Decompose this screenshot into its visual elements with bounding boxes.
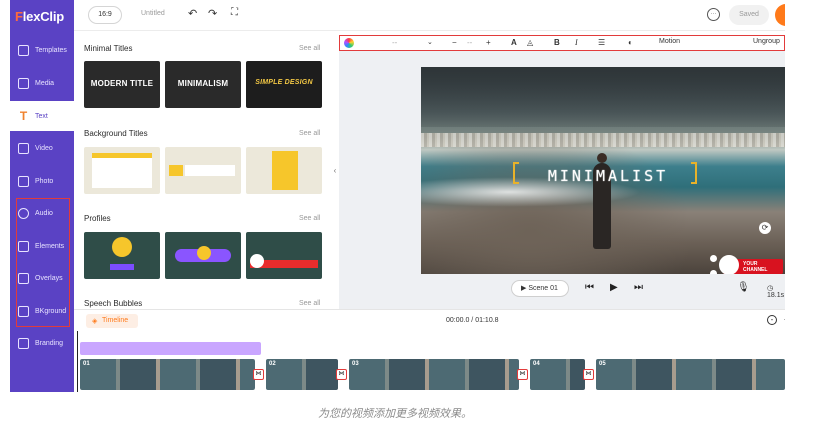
see-all-background[interactable]: See all	[299, 130, 320, 137]
chevron-down-icon[interactable]: ⌄	[427, 38, 433, 46]
text-library-panel: Minimal Titles See all MODERN TITLE MINI…	[74, 31, 330, 309]
flexclip-logo[interactable]: FlexClip	[15, 9, 64, 24]
clip-03[interactable]: 03	[349, 359, 519, 390]
opacity-icon[interactable]: ◐	[628, 38, 633, 47]
caption: 为您的视频添加更多视频效果。	[318, 408, 472, 420]
aspect-ratio-button[interactable]: 16:9	[88, 6, 122, 24]
align-icon[interactable]: ☰	[598, 38, 605, 47]
transition-icon[interactable]: ⋈	[253, 369, 264, 380]
transition-icon[interactable]: ⋈	[583, 369, 594, 380]
section-title-background: Background Titles	[84, 129, 148, 138]
template-modern-title[interactable]: MODERN TITLE	[84, 61, 160, 108]
see-all-speech-bubbles[interactable]: See all	[299, 300, 320, 307]
text-track-bar[interactable]	[80, 342, 261, 355]
play-icon[interactable]: ▶	[610, 282, 618, 293]
section-title-profiles: Profiles	[84, 214, 111, 223]
template-minimalism[interactable]: MINIMALISM	[165, 61, 241, 108]
sidebar-item-video[interactable]: Video	[10, 133, 74, 163]
timeline-tracks: 01 ⋈ 02 ⋈ 03 ⋈ 04 ⋈ 05	[74, 331, 785, 392]
font-select[interactable]: --	[392, 38, 397, 47]
avatar	[719, 255, 739, 274]
text-icon: T	[19, 108, 28, 123]
ungroup-button[interactable]: Ungroup	[753, 38, 780, 45]
video-preview[interactable]: MINIMALIST YOUR CHANNEL	[421, 67, 785, 274]
sidebar-item-branding[interactable]: Branding	[10, 328, 74, 358]
preview-title-text[interactable]: MINIMALIST	[513, 167, 703, 185]
color-wheel-icon[interactable]	[344, 38, 354, 48]
clip-05[interactable]: 05	[596, 359, 785, 390]
transition-icon[interactable]: ⋈	[517, 369, 528, 380]
layers-icon	[18, 44, 29, 56]
previous-icon[interactable]: ⏮	[585, 282, 594, 293]
clip-02[interactable]: 02	[266, 359, 338, 390]
sidebar-item-templates[interactable]: Templates	[10, 35, 74, 65]
playhead[interactable]	[77, 331, 78, 392]
clip-01[interactable]: 01	[78, 357, 257, 392]
saved-status: Saved	[729, 5, 769, 25]
redo-icon[interactable]: ↷	[208, 7, 217, 20]
fullscreen-icon[interactable]: ⛶	[231, 7, 238, 18]
section-title-minimal: Minimal Titles	[84, 44, 133, 53]
resize-handle[interactable]	[710, 255, 717, 262]
font-size-field[interactable]: --	[467, 38, 472, 47]
photo-icon	[18, 175, 29, 187]
italic-button[interactable]: I	[575, 38, 578, 47]
template-background-1[interactable]	[84, 147, 160, 194]
sidebar-item-media[interactable]: Media	[10, 68, 74, 98]
text-color-icon[interactable]: A	[511, 38, 517, 47]
flexclip-editor: FlexClip Templates Media T Text Video Pho…	[10, 0, 785, 392]
clip-04[interactable]: 04	[530, 359, 585, 390]
scene-duration[interactable]: ◷ 18.1s	[767, 284, 785, 299]
text-toolbar: -- ⌄ − -- + A ◬ B I ☰ ◐ Motion Ungroup	[339, 35, 785, 51]
zoom-slider[interactable]: →	[782, 313, 785, 324]
transition-icon[interactable]: ⋈	[336, 369, 347, 380]
section-title-speech-bubbles: Speech Bubbles	[84, 299, 143, 308]
highlight-color-icon[interactable]: ◬	[527, 38, 533, 47]
top-bar: 16:9 Untitled ↶ ↷ ⛶ ··· Saved	[74, 0, 785, 31]
scene-selector[interactable]: ▶ Scene 01	[511, 280, 569, 297]
template-profile-3[interactable]	[246, 232, 322, 279]
highlight-box-sidebar	[16, 198, 70, 327]
zoom-out-icon[interactable]: -	[767, 315, 777, 325]
export-button[interactable]	[775, 4, 785, 26]
next-icon[interactable]: ⏭	[634, 282, 643, 293]
see-all-minimal[interactable]: See all	[299, 45, 320, 52]
template-simple-design[interactable]: SIMPLE DESIGN	[246, 61, 322, 108]
see-all-profiles[interactable]: See all	[299, 215, 320, 222]
motion-button[interactable]: Motion	[659, 38, 680, 45]
canvas-stage: MINIMALIST YOUR CHANNEL ⟳ ▶ Scene 01 ⏮ ▶…	[339, 51, 785, 309]
sidebar-item-text[interactable]: T Text	[10, 101, 74, 131]
template-profile-2[interactable]	[165, 232, 241, 279]
microphone-icon[interactable]: 🎙	[737, 282, 750, 293]
bold-button[interactable]: B	[554, 38, 560, 47]
timeline-icon: ◈	[92, 318, 98, 325]
undo-icon[interactable]: ↶	[188, 7, 197, 20]
video-icon	[18, 142, 29, 154]
chat-icon[interactable]: ···	[707, 8, 720, 21]
increase-size-button[interactable]: +	[486, 38, 491, 47]
project-title[interactable]: Untitled	[141, 10, 165, 17]
sidebar: FlexClip Templates Media T Text Video Pho…	[10, 0, 74, 392]
timeline-time: 00:00.0 / 01:10.8	[446, 317, 499, 324]
template-profile-1[interactable]	[84, 232, 160, 279]
sidebar-item-photo[interactable]: Photo	[10, 166, 74, 196]
branding-icon	[18, 337, 29, 349]
template-background-3[interactable]	[246, 147, 322, 194]
timeline-header: Timeline ◈ 00:00.0 / 01:10.8 - →	[74, 309, 785, 331]
rotate-icon[interactable]: ⟳	[759, 222, 771, 234]
folder-icon	[18, 77, 29, 89]
template-background-2[interactable]	[165, 147, 241, 194]
channel-badge[interactable]: YOUR CHANNEL	[719, 255, 783, 274]
resize-handle[interactable]	[710, 270, 717, 274]
decrease-size-button[interactable]: −	[452, 38, 457, 47]
